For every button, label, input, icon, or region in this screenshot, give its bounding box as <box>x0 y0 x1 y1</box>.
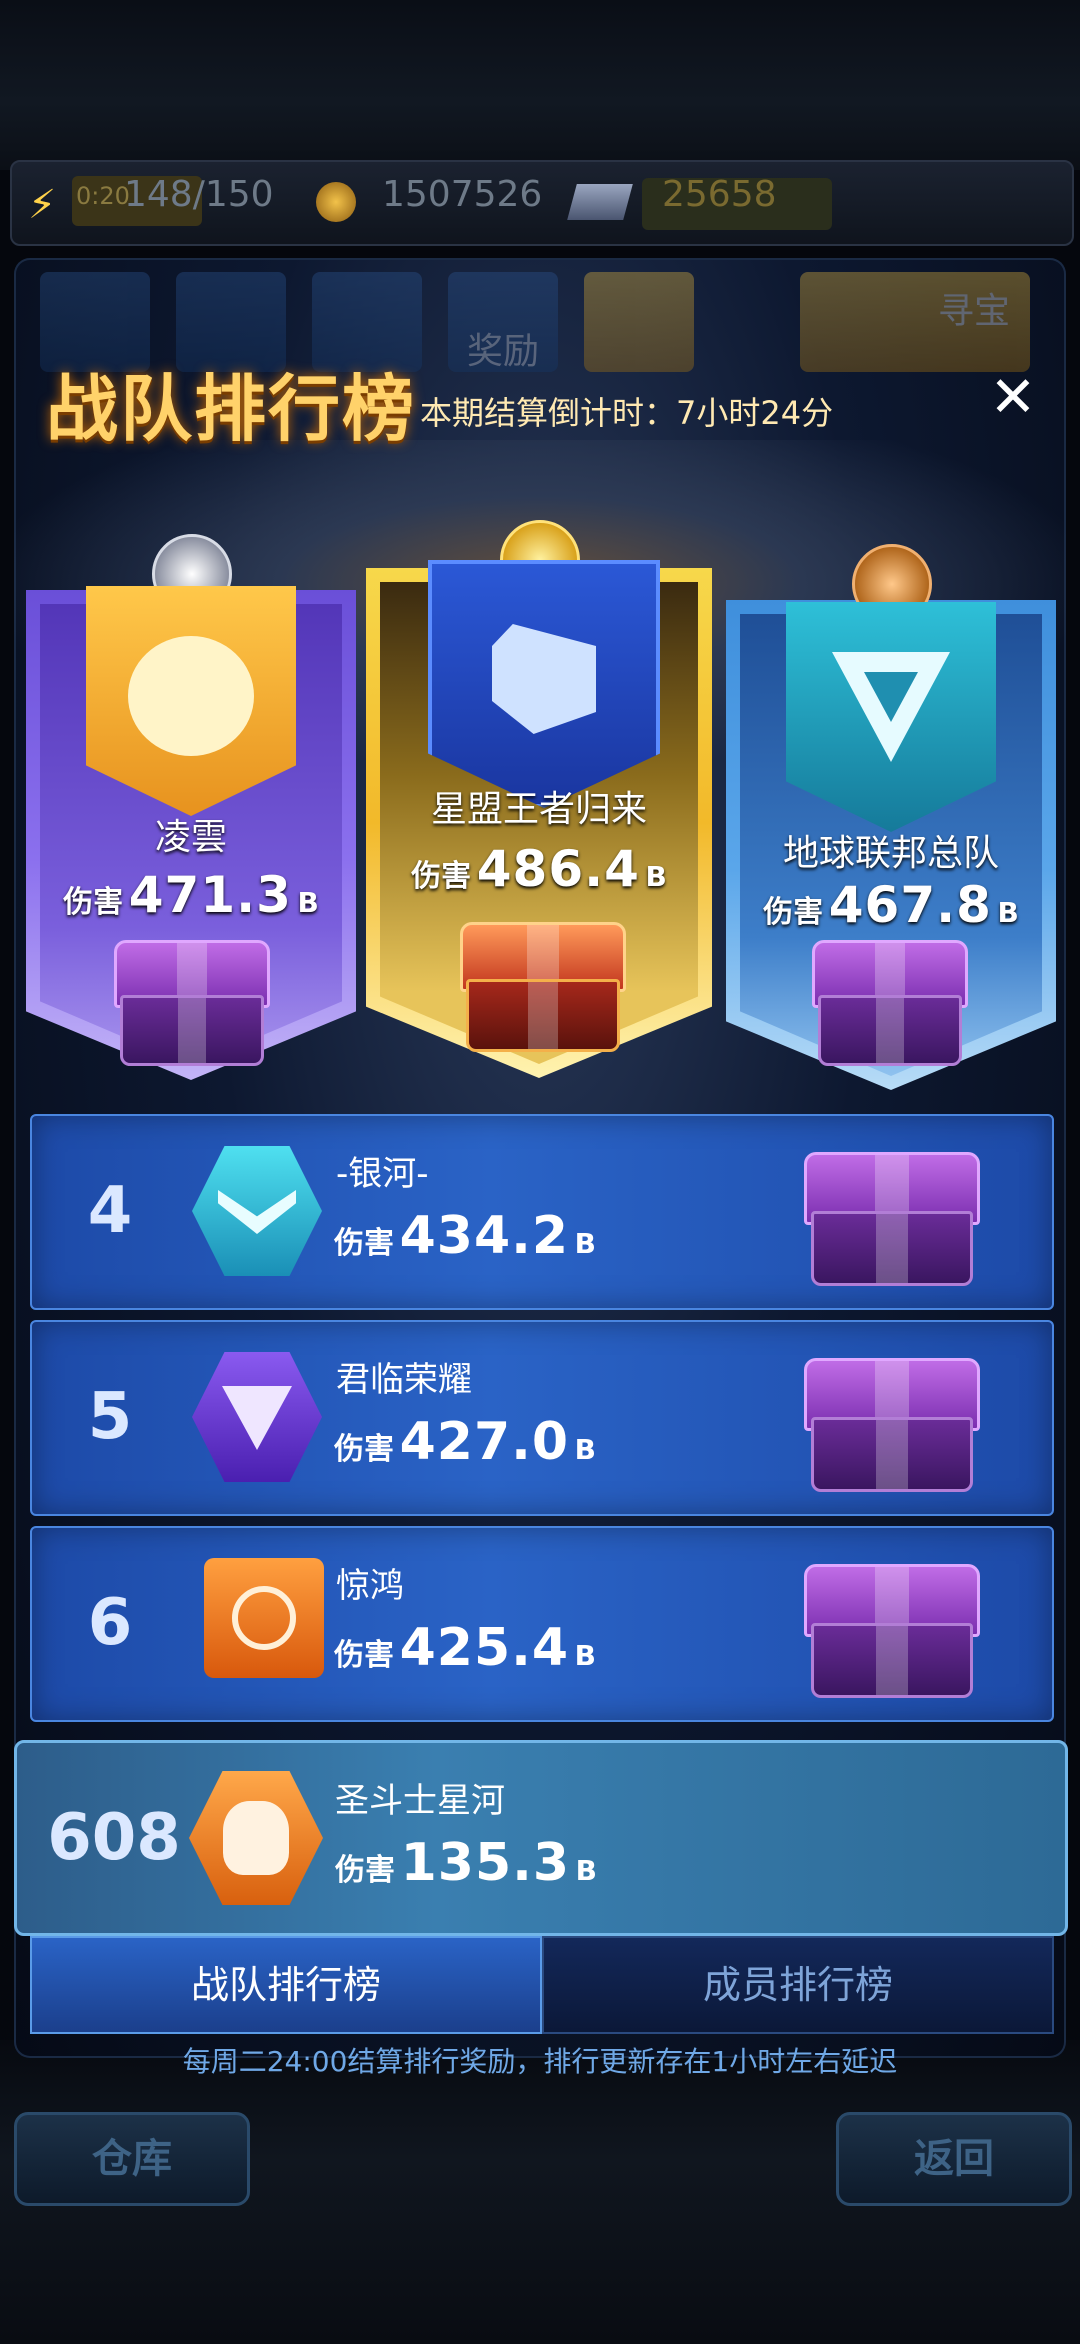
wings-emblem-icon <box>192 1146 322 1276</box>
rank-number: 4 <box>87 1174 133 1248</box>
warehouse-button[interactable]: 仓库 <box>14 2112 250 2206</box>
gem-icon[interactable] <box>567 184 633 220</box>
nav-treasure[interactable]: 寻宝 <box>800 272 1030 372</box>
rank-number: 5 <box>87 1380 133 1454</box>
top-frame <box>0 0 1080 170</box>
team-damage: 伤害 434.2 B <box>334 1206 596 1266</box>
reward-chest-icon[interactable] <box>114 940 270 1066</box>
back-button[interactable]: 返回 <box>836 2112 1072 2206</box>
podium-2-damage: 伤害 471.3 B <box>63 866 319 924</box>
saint-emblem-icon <box>189 1771 323 1905</box>
tab-member-ranking[interactable]: 成员排行榜 <box>542 1936 1054 2034</box>
triangle-emblem-icon <box>192 1352 322 1482</box>
my-team-damage: 伤害 135.3 B <box>335 1833 597 1893</box>
gold-value: 1507526 <box>382 174 543 215</box>
reward-chest-icon[interactable] <box>460 922 626 1052</box>
close-icon[interactable]: ✕ <box>988 370 1038 426</box>
team-damage: 伤害 427.0 B <box>334 1412 596 1472</box>
podium-1-damage: 伤害 486.4 B <box>411 840 667 898</box>
my-team-row[interactable]: 608 圣斗士星河 伤害 135.3 B <box>14 1740 1068 1936</box>
podium-1-name: 星盟王者归来 <box>430 789 647 830</box>
my-rank-number: 608 <box>47 1801 181 1875</box>
resource-bar: ⚡ 0:20 148/150 1507526 25658 <box>10 160 1074 246</box>
page-title: 战队排行榜 <box>46 366 417 451</box>
reward-chest-icon[interactable] <box>804 1564 980 1698</box>
podium-3-name: 地球联邦总队 <box>782 833 999 874</box>
rank-row[interactable]: 5 君临荣耀 伤害 427.0 B <box>30 1320 1054 1516</box>
gem-value: 25658 <box>662 174 777 215</box>
energy-timer: 0:20 <box>76 182 130 210</box>
gold-coin-icon[interactable] <box>316 182 356 222</box>
team-damage: 伤害 425.4 B <box>334 1618 596 1678</box>
reward-chest-icon[interactable] <box>812 940 968 1066</box>
energy-icon[interactable]: ⚡ <box>28 182 62 228</box>
tab-team-ranking[interactable]: 战队排行榜 <box>30 1936 542 2034</box>
team-name: 惊鸿 <box>336 1566 404 1606</box>
nav-reward[interactable]: 奖励 <box>448 272 558 372</box>
energy-value: 148/150 <box>124 174 274 215</box>
podium-3-damage: 伤害 467.8 B <box>763 876 1019 934</box>
countdown-text: 本期结算倒计时：7小时24分 <box>420 394 834 432</box>
ranking-tabs: 战队排行榜 成员排行榜 <box>30 1936 1054 2034</box>
reward-chest-icon[interactable] <box>804 1152 980 1286</box>
team-name: 君临荣耀 <box>336 1360 472 1400</box>
rank-number: 6 <box>87 1586 133 1660</box>
rank-row[interactable]: 6 惊鸿 伤害 425.4 B <box>30 1526 1054 1722</box>
team-name: -银河- <box>336 1154 429 1194</box>
reward-chest-icon[interactable] <box>804 1358 980 1492</box>
podium-2-name: 凌雲 <box>154 817 227 858</box>
settlement-notice: 每周二24:00结算排行奖励，排行更新存在1小时左右延迟 <box>182 2045 898 2078</box>
rank-row[interactable]: 4 -银河- 伤害 434.2 B <box>30 1114 1054 1310</box>
dragon-emblem-icon <box>204 1558 324 1678</box>
my-team-name: 圣斗士星河 <box>335 1781 505 1821</box>
